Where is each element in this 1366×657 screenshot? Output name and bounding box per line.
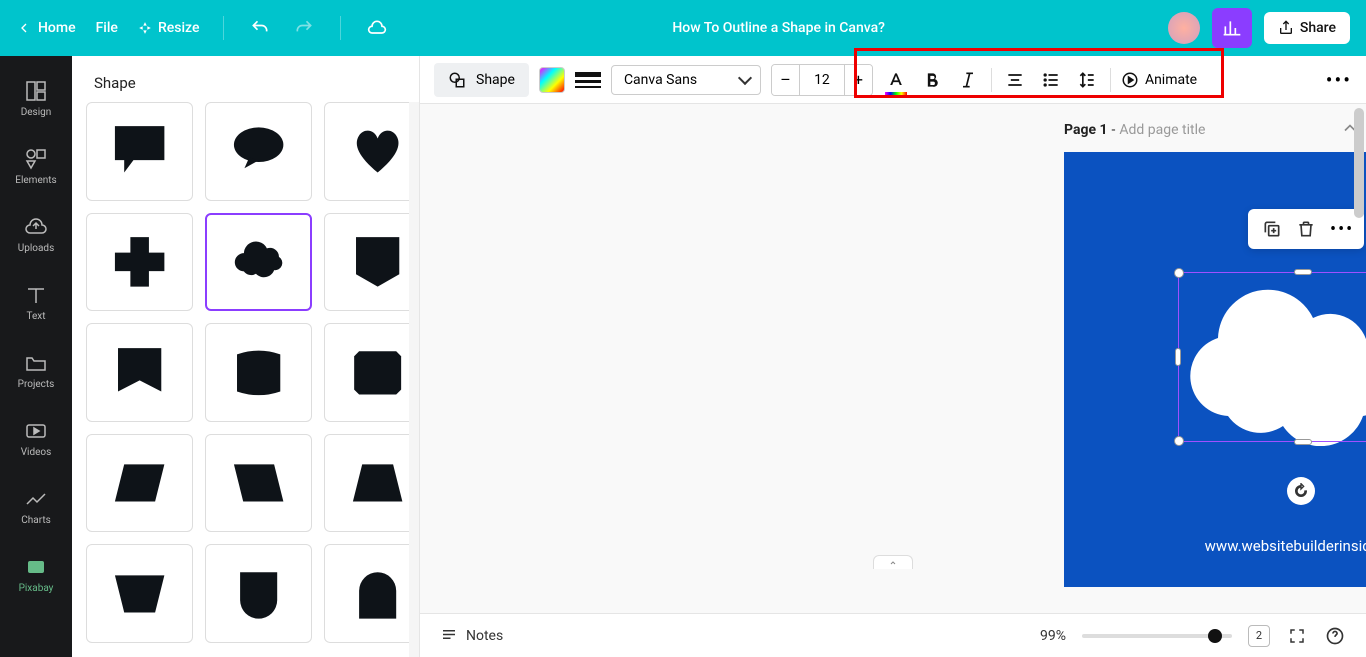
cloud-sync-icon[interactable] bbox=[365, 16, 389, 40]
shape-arch[interactable] bbox=[324, 544, 409, 643]
page-header: Page 1 - Add page title bbox=[1064, 122, 1205, 138]
spacing-button[interactable] bbox=[1074, 67, 1100, 93]
shape-trapezoid-down[interactable] bbox=[86, 544, 193, 643]
shape-speech-round[interactable] bbox=[205, 102, 312, 201]
share-button[interactable]: Share bbox=[1264, 12, 1350, 44]
far-sidebar: Design Elements Uploads Text Projects Vi… bbox=[0, 56, 72, 657]
sidebar-item-projects[interactable]: Projects bbox=[0, 336, 72, 404]
border-style-button[interactable] bbox=[575, 67, 601, 93]
insights-button[interactable] bbox=[1212, 8, 1252, 48]
separator bbox=[1110, 68, 1111, 92]
notes-button[interactable]: Notes bbox=[440, 627, 503, 645]
sidebar-item-uploads[interactable]: Uploads bbox=[0, 200, 72, 268]
canvas-area[interactable]: Page 1 - Add page title www.websitebuild… bbox=[420, 104, 1366, 613]
font-dropdown[interactable]: Canva Sans bbox=[611, 65, 761, 95]
animate-button[interactable]: Animate bbox=[1121, 71, 1197, 89]
resize-handle-l[interactable] bbox=[1175, 348, 1181, 366]
bold-button[interactable] bbox=[919, 67, 945, 93]
topbar-left: Home File Resize bbox=[16, 16, 389, 40]
separator bbox=[223, 16, 224, 40]
font-size-decrease[interactable]: – bbox=[772, 65, 800, 95]
fill-color-button[interactable] bbox=[539, 67, 565, 93]
sidebar-item-design[interactable]: Design bbox=[0, 64, 72, 132]
resize-handle-t[interactable] bbox=[1294, 269, 1312, 275]
font-size-group: – 12 + bbox=[771, 64, 873, 96]
file-button[interactable]: File bbox=[96, 20, 118, 36]
home-button[interactable]: Home bbox=[16, 20, 76, 36]
fullscreen-button[interactable] bbox=[1286, 625, 1308, 647]
shape-heart[interactable] bbox=[324, 102, 409, 201]
shape-tool-button[interactable]: Shape bbox=[434, 63, 529, 97]
resize-handle-bl[interactable] bbox=[1174, 436, 1184, 446]
undo-button[interactable] bbox=[248, 16, 272, 40]
shape-ribbon[interactable] bbox=[86, 323, 193, 422]
resize-handle-tl[interactable] bbox=[1174, 268, 1184, 278]
page-count-button[interactable]: 2 bbox=[1248, 625, 1270, 647]
topbar-right: Share bbox=[1168, 8, 1350, 48]
selection-box[interactable] bbox=[1178, 272, 1366, 442]
shapes-panel: Shape bbox=[72, 56, 420, 657]
sidebar-item-elements[interactable]: Elements bbox=[0, 132, 72, 200]
shape-parallelogram-left[interactable] bbox=[86, 434, 193, 533]
sidebar-item-videos[interactable]: Videos bbox=[0, 404, 72, 472]
more-button[interactable]: ••• bbox=[1326, 68, 1352, 92]
context-toolbar: Shape Canva Sans – 12 + Animate ••• bbox=[420, 56, 1366, 104]
redo-button[interactable] bbox=[292, 16, 316, 40]
shape-plus[interactable] bbox=[86, 213, 193, 312]
duplicate-button[interactable] bbox=[1262, 219, 1282, 239]
shape-shield[interactable] bbox=[324, 213, 409, 312]
more-button[interactable]: ••• bbox=[1330, 219, 1350, 239]
delete-button[interactable] bbox=[1296, 219, 1316, 239]
align-button[interactable] bbox=[1002, 67, 1028, 93]
panel-scrollbar[interactable] bbox=[409, 102, 419, 657]
font-size-value[interactable]: 12 bbox=[800, 72, 844, 88]
shape-speech-square[interactable] bbox=[86, 102, 193, 201]
document-title[interactable]: How To Outline a Shape in Canva? bbox=[389, 20, 1167, 36]
sidebar-item-charts[interactable]: Charts bbox=[0, 472, 72, 540]
list-button[interactable] bbox=[1038, 67, 1064, 93]
page-label: Page 1 bbox=[1064, 122, 1108, 138]
separator bbox=[340, 16, 341, 40]
canvas-scrollbar[interactable] bbox=[1354, 108, 1364, 609]
canvas-url-text: www.websitebuilderinsider.com bbox=[1064, 537, 1366, 555]
bottom-bar: Notes 99% 2 bbox=[420, 613, 1366, 657]
shape-arch-u[interactable] bbox=[205, 544, 312, 643]
main-area: Shape Canva Sans – 12 + Animate ••• bbox=[420, 56, 1366, 657]
page-title-input[interactable]: Add page title bbox=[1119, 122, 1205, 138]
zoom-knob[interactable] bbox=[1208, 629, 1222, 643]
avatar[interactable] bbox=[1168, 12, 1200, 44]
shape-trapezoid-up[interactable] bbox=[324, 434, 409, 533]
zoom-value: 99% bbox=[1040, 628, 1066, 644]
top-bar: Home File Resize How To Outline a Shape … bbox=[0, 0, 1366, 56]
panel-title: Shape bbox=[72, 56, 419, 102]
home-label: Home bbox=[38, 20, 76, 36]
shape-cloud[interactable] bbox=[205, 213, 312, 312]
floating-toolbar: ••• bbox=[1248, 209, 1364, 249]
resize-button[interactable]: Resize bbox=[138, 20, 200, 36]
zoom-slider[interactable] bbox=[1082, 634, 1232, 638]
separator bbox=[991, 68, 992, 92]
shape-bevel[interactable] bbox=[324, 323, 409, 422]
italic-button[interactable] bbox=[955, 67, 981, 93]
shape-plaque[interactable] bbox=[205, 323, 312, 422]
rotate-handle[interactable] bbox=[1287, 477, 1315, 505]
font-size-increase[interactable]: + bbox=[844, 65, 872, 95]
sidebar-item-pixabay[interactable]: Pixabay bbox=[0, 540, 72, 608]
resize-handle-b[interactable] bbox=[1294, 439, 1312, 445]
collapse-tab[interactable] bbox=[873, 555, 913, 569]
shape-grid bbox=[72, 102, 409, 657]
shape-parallelogram-right[interactable] bbox=[205, 434, 312, 533]
help-button[interactable] bbox=[1324, 625, 1346, 647]
text-color-button[interactable] bbox=[883, 67, 909, 93]
sidebar-item-text[interactable]: Text bbox=[0, 268, 72, 336]
